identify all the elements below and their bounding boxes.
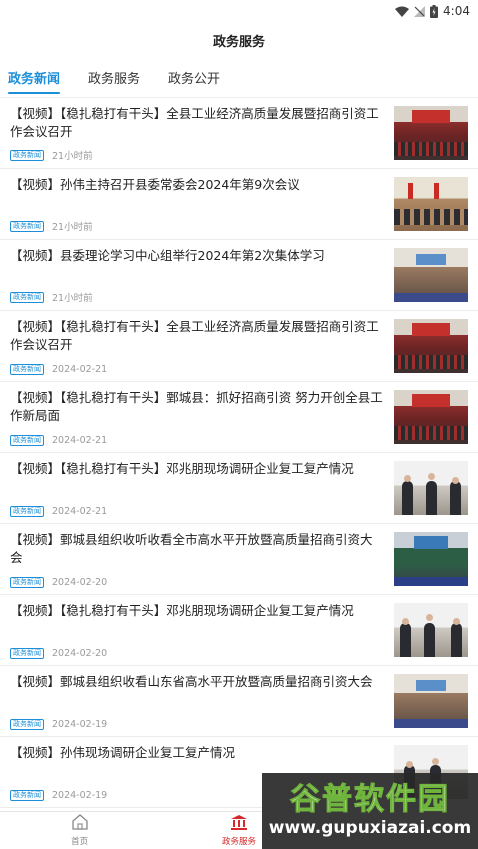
news-title: 【视频】【稳扎稳打有干头】全县工业经济高质量发展暨招商引资工作会议召开 (10, 319, 379, 352)
news-title: 【视频】【稳扎稳打有干头】全县工业经济高质量发展暨招商引资工作会议召开 (10, 106, 379, 139)
news-category-badge: 政务新闻 (10, 364, 44, 375)
news-category-badge: 政务新闻 (10, 790, 44, 801)
tab-government-services[interactable]: 政务服务 (88, 58, 140, 98)
watermark-url: www.gupuxiazai.com (268, 818, 472, 838)
news-item[interactable]: 【视频】【稳扎稳打有干头】邓兆朋现场调研企业复工复产情况 政务新闻 2024-0… (0, 453, 478, 524)
news-time: 21小时前 (52, 222, 93, 233)
news-category-badge: 政务新闻 (10, 220, 44, 232)
tab-government-disclosure[interactable]: 政务公开 (168, 58, 220, 98)
news-time: 2024-02-21 (52, 435, 108, 446)
news-time: 2024-02-19 (52, 719, 108, 730)
news-time: 2024-02-21 (52, 506, 108, 517)
signal-off-icon (414, 5, 426, 17)
news-category-badge: 政务新闻 (10, 149, 44, 161)
app-screen: 4:04 政务服务 政务新闻 政务服务 政务公开 【视频】【稳扎稳打有干头】全县… (0, 0, 478, 849)
news-time: 2024-02-19 (52, 790, 108, 801)
status-time: 4:04 (443, 4, 470, 18)
news-title: 【视频】鄄城县组织收看山东省高水平开放暨高质量招商引资大会 (10, 674, 373, 689)
news-item[interactable]: 【视频】鄄城县组织收看山东省高水平开放暨高质量招商引资大会 政务新闻 2024-… (0, 666, 478, 737)
news-item[interactable]: 【视频】孙伟主持召开县委常委会2024年第9次会议 政务新闻 21小时前 (0, 169, 478, 240)
news-thumbnail (394, 532, 468, 586)
page-title-bar: 政务服务 (0, 22, 478, 58)
news-item[interactable]: 【视频】【稳扎稳打有干头】全县工业经济高质量发展暨招商引资工作会议召开 政务新闻… (0, 98, 478, 169)
news-title: 【视频】【稳扎稳打有干头】邓兆朋现场调研企业复工复产情况 (10, 603, 354, 618)
wifi-icon (395, 6, 410, 17)
nav-label-home: 首页 (71, 837, 89, 847)
news-category-badge: 政务新闻 (10, 648, 44, 659)
news-thumbnail (394, 603, 468, 657)
news-title: 【视频】孙伟主持召开县委常委会2024年第9次会议 (10, 177, 300, 192)
news-category-badge: 政务新闻 (10, 577, 44, 588)
news-category-badge: 政务新闻 (10, 435, 44, 446)
site-watermark: 谷普软件园 www.gupuxiazai.com (262, 773, 478, 849)
status-bar: 4:04 (0, 0, 478, 22)
news-thumbnail (394, 177, 468, 231)
news-item[interactable]: 【视频】【稳扎稳打有干头】邓兆朋现场调研企业复工复产情况 政务新闻 2024-0… (0, 595, 478, 666)
news-item[interactable]: 【视频】【稳扎稳打有干头】鄄城县：抓好招商引资 努力开创全县工作新局面 政务新闻… (0, 382, 478, 453)
battery-icon (430, 4, 439, 18)
news-time: 2024-02-21 (52, 364, 108, 375)
news-thumbnail (394, 461, 468, 515)
news-list: 【视频】【稳扎稳打有干头】全县工业经济高质量发展暨招商引资工作会议召开 政务新闻… (0, 98, 478, 811)
news-category-badge: 政务新闻 (10, 291, 44, 303)
news-title: 【视频】鄄城县组织收听收看全市高水平开放暨高质量招商引资大会 (10, 532, 373, 565)
news-thumbnail (394, 248, 468, 302)
news-time: 2024-02-20 (52, 648, 108, 659)
news-title: 【视频】【稳扎稳打有干头】鄄城县：抓好招商引资 努力开创全县工作新局面 (10, 390, 383, 423)
news-thumbnail (394, 106, 468, 160)
news-title: 【视频】县委理论学习中心组举行2024年第2次集体学习 (10, 248, 325, 263)
news-title: 【视频】孙伟现场调研企业复工复产情况 (10, 745, 236, 760)
nav-item-home[interactable]: 首页 (0, 812, 159, 849)
news-category-badge: 政务新闻 (10, 506, 44, 517)
news-item[interactable]: 【视频】鄄城县组织收听收看全市高水平开放暨高质量招商引资大会 政务新闻 2024… (0, 524, 478, 595)
tab-bar: 政务新闻 政务服务 政务公开 (0, 58, 478, 98)
news-item[interactable]: 【视频】县委理论学习中心组举行2024年第2次集体学习 政务新闻 21小时前 (0, 240, 478, 311)
news-category-badge: 政务新闻 (10, 719, 44, 730)
page-title: 政务服务 (212, 34, 265, 50)
news-thumbnail (394, 674, 468, 728)
news-time: 21小时前 (52, 151, 93, 162)
watermark-title: 谷普软件园 (290, 782, 450, 817)
nav-label-government-services: 政务服务 (221, 837, 256, 847)
news-thumbnail (394, 390, 468, 444)
news-time: 2024-02-20 (52, 577, 108, 588)
government-building-icon (230, 814, 248, 834)
news-time: 21小时前 (52, 293, 93, 304)
tab-government-news[interactable]: 政务新闻 (8, 58, 61, 98)
news-item[interactable]: 【视频】【稳扎稳打有干头】全县工业经济高质量发展暨招商引资工作会议召开 政务新闻… (0, 311, 478, 382)
news-title: 【视频】【稳扎稳打有干头】邓兆朋现场调研企业复工复产情况 (10, 461, 354, 476)
home-icon (71, 814, 89, 834)
news-thumbnail (394, 319, 468, 373)
